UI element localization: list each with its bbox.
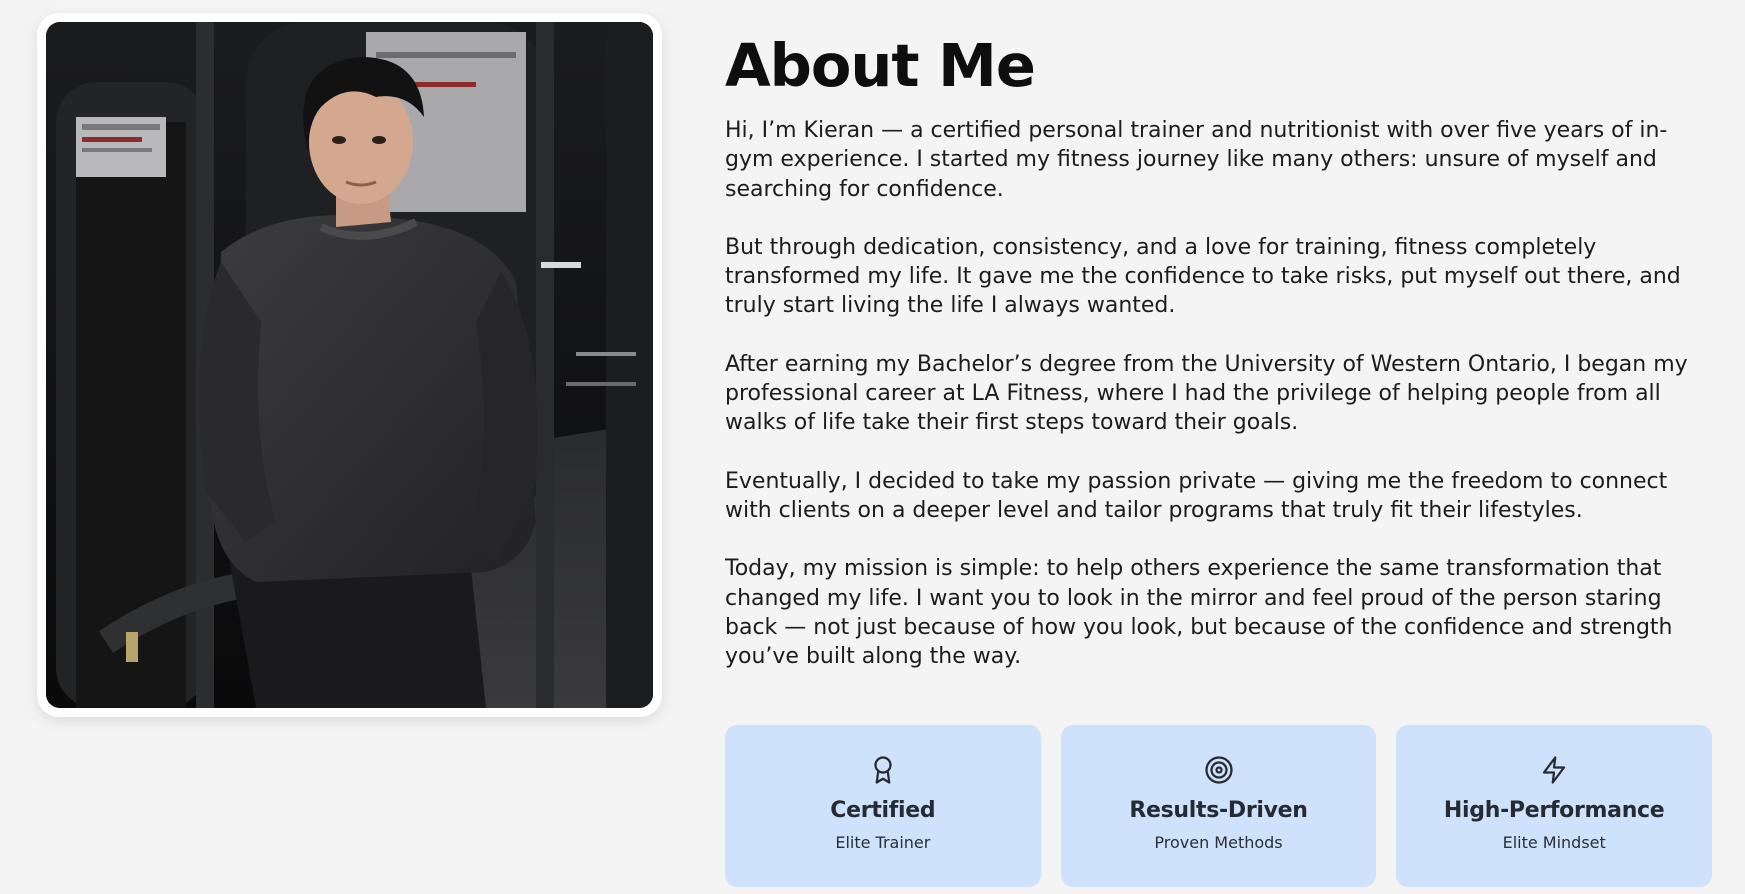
about-paragraph: But through dedication, consistency, and… (725, 234, 1681, 319)
about-paragraph: Today, my mission is simple: to help oth… (725, 556, 1673, 670)
about-paragraphs: Hi, I’m Kieran — a certified personal tr… (725, 116, 1715, 671)
feature-title: Certified (830, 798, 936, 823)
award-icon (868, 755, 898, 785)
feature-card-certified: Certified Elite Trainer (725, 725, 1041, 887)
feature-title: High-Performance (1443, 798, 1665, 823)
about-paragraph: Hi, I’m Kieran — a certified personal tr… (725, 118, 1668, 202)
lightning-icon (1539, 755, 1569, 785)
about-paragraph: After earning my Bachelor’s degree from … (725, 351, 1688, 436)
feature-subtitle: Elite Trainer (835, 833, 931, 852)
feature-subtitle: Elite Mindset (1502, 833, 1606, 852)
target-icon (1204, 755, 1234, 785)
about-paragraph: Eventually, I decided to take my passion… (725, 468, 1668, 523)
feature-title: Results-Driven (1129, 798, 1308, 823)
about-section: About Me Hi, I’m Kieran — a certified pe… (0, 0, 1745, 894)
feature-cards: Certified Elite Trainer Results-Driven P… (725, 725, 1713, 887)
trainer-photo (46, 22, 653, 708)
photo-card (37, 13, 662, 717)
feature-subtitle: Proven Methods (1154, 833, 1283, 852)
about-content: About Me Hi, I’m Kieran — a certified pe… (725, 30, 1715, 700)
page-title: About Me (725, 31, 1036, 100)
feature-card-performance: High-Performance Elite Mindset (1396, 725, 1713, 887)
feature-card-results: Results-Driven Proven Methods (1060, 725, 1377, 887)
